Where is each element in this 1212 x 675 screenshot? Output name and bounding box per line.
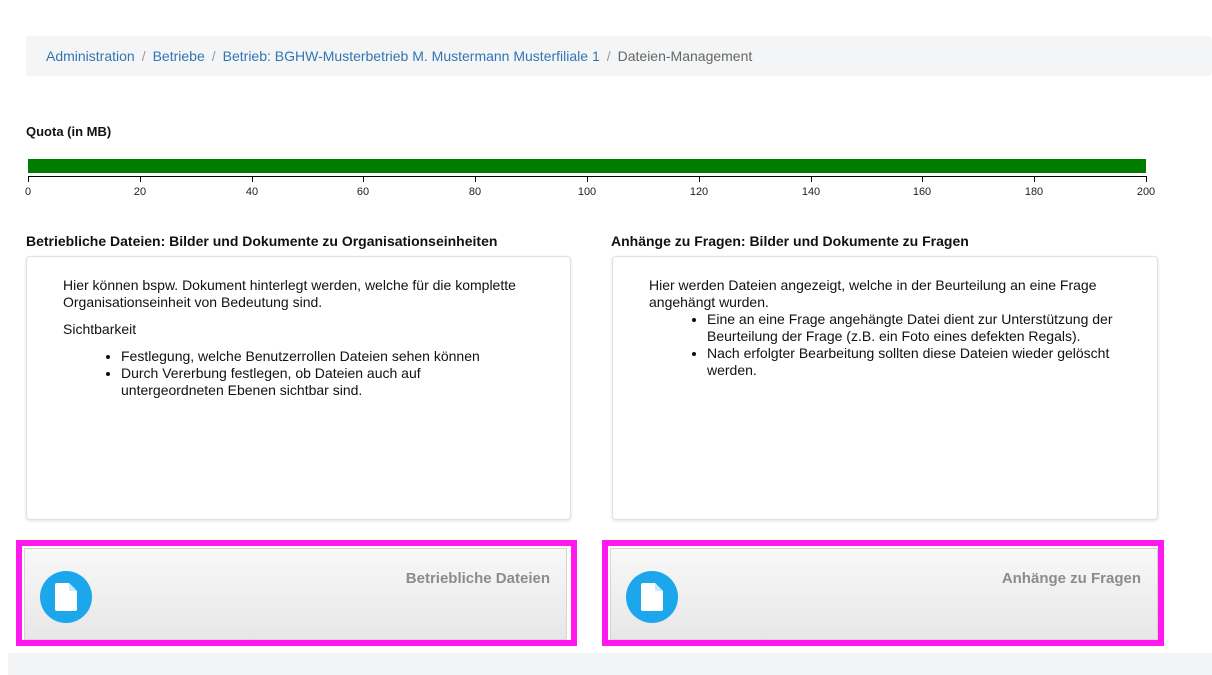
breadcrumb: Administration / Betriebe / Betrieb: BGH… (26, 36, 1212, 76)
attachments-title: Anhänge zu Fragen: Bilder und Dokumente … (611, 233, 969, 249)
breadcrumb-current: Dateien-Management (617, 48, 753, 64)
quota-axis-tick (922, 176, 923, 182)
quota-axis-tick (587, 176, 588, 182)
quota-axis-tick-label: 20 (133, 186, 147, 198)
quota-axis-tick (252, 176, 253, 182)
quota-axis-tick-label: 140 (801, 186, 821, 198)
attachments-intro: Hier werden Dateien angezeigt, welche in… (649, 277, 1097, 310)
quota-axis-tick (475, 176, 476, 182)
attachments-info-card: Hier werden Dateien angezeigt, welche in… (612, 256, 1158, 520)
list-item: Nach erfolgter Bearbeitung sollten diese… (707, 345, 1117, 379)
breadcrumb-administration[interactable]: Administration (46, 48, 135, 64)
list-item: Festlegung, welche Benutzerrollen Dateie… (121, 348, 480, 365)
list-item: Durch Vererbung festlegen, ob Dateien au… (121, 365, 480, 399)
company-files-bullets: Festlegung, welche Benutzerrollen Dateie… (63, 348, 540, 399)
quota-axis-tick (363, 176, 364, 182)
highlight-frame-company-files (16, 540, 577, 646)
quota-axis-tick-label: 0 (24, 186, 32, 198)
quota-axis-tick-label: 40 (245, 186, 259, 198)
list-item: Eine an eine Frage angehängte Datei dien… (707, 311, 1117, 345)
quota-axis-tick-label: 60 (356, 186, 370, 198)
breadcrumb-separator: / (141, 48, 146, 64)
quota-title: Quota (in MB) (26, 124, 112, 139)
breadcrumb-separator: / (606, 48, 611, 64)
quota-axis-tick (1146, 176, 1147, 182)
quota-axis-tick (28, 176, 29, 182)
breadcrumb-betrieb[interactable]: Betrieb: BGHW-Musterbetrieb M. Musterman… (223, 48, 600, 64)
quota-axis-tick-label: 80 (468, 186, 482, 198)
quota-axis-tick-label: 120 (689, 186, 709, 198)
company-files-info-card: Hier können bspw. Dokument hinterlegt we… (26, 256, 571, 520)
company-files-intro: Hier können bspw. Dokument hinterlegt we… (63, 277, 516, 310)
attachments-bullets: Eine an eine Frage angehängte Datei dien… (649, 311, 1117, 379)
quota-axis-tick-label: 180 (1024, 186, 1044, 198)
quota-axis-tick (699, 176, 700, 182)
visibility-heading: Sichtbarkeit (63, 321, 137, 337)
breadcrumb-betriebe[interactable]: Betriebe (153, 48, 205, 64)
company-files-title: Betriebliche Dateien: Bilder und Dokumen… (26, 233, 498, 249)
quota-bar-fill (28, 159, 1146, 173)
quota-axis-tick (811, 176, 812, 182)
quota-axis-tick (1034, 176, 1035, 182)
quota-bar (28, 159, 1146, 173)
quota-axis-tick-label: 160 (912, 186, 932, 198)
quota-axis-tick-label: 200 (1136, 186, 1156, 198)
highlight-frame-attachments (602, 540, 1164, 646)
quota-axis-tick-label: 100 (577, 186, 597, 198)
breadcrumb-separator: / (211, 48, 216, 64)
quota-axis-tick (140, 176, 141, 182)
